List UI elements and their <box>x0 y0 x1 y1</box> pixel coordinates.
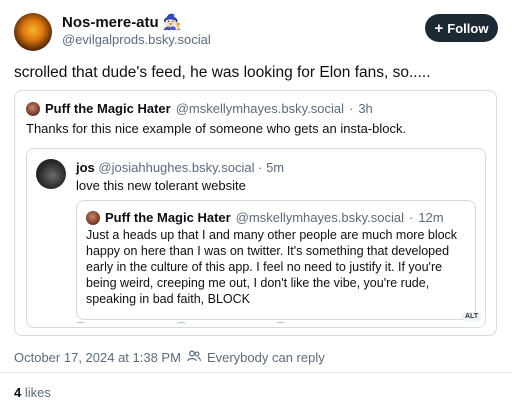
quote2-separator: · <box>258 160 263 175</box>
people-icon <box>187 350 201 365</box>
quote1-text: Thanks for this nice example of someone … <box>26 121 407 136</box>
post-meta: October 17, 2024 at 1:38 PM Everybody ca… <box>14 350 325 365</box>
post-timestamp[interactable]: October 17, 2024 at 1:38 PM <box>14 350 181 365</box>
divider <box>0 372 512 373</box>
quote1-author-name[interactable]: Puff the Magic Hater <box>45 101 171 116</box>
repost-icon[interactable] <box>176 322 186 327</box>
quote2-author-handle[interactable]: @josiahhughes.bsky.social <box>98 160 254 175</box>
quote1-time[interactable]: 3h <box>358 101 372 116</box>
quote2-header: jos @josiahhughes.bsky.social · 5m <box>76 160 284 175</box>
follow-button[interactable]: + Follow <box>425 14 498 42</box>
quote3-author-handle: @mskellymhayes.bsky.social <box>235 210 404 225</box>
reply-setting[interactable]: Everybody can reply <box>207 350 325 365</box>
quote3-header: Puff the Magic Hater @mskellymhayes.bsky… <box>86 210 444 225</box>
post-text: scrolled that dude's feed, he was lookin… <box>14 64 431 81</box>
quote2-avatar[interactable] <box>36 159 66 189</box>
quote3-text: Just a heads up that I and many other pe… <box>86 228 458 306</box>
alt-badge[interactable]: ALT <box>462 312 482 321</box>
author-handle[interactable]: @evilgalprods.bsky.social <box>62 32 211 47</box>
quote1-separator: · <box>348 101 354 116</box>
quote2-author-name[interactable]: jos <box>76 160 95 175</box>
quote2-action-bar <box>76 322 376 328</box>
author-name-text: Nos-mere-atu <box>62 14 159 31</box>
quote3-author-name: Puff the Magic Hater <box>105 210 231 225</box>
like-icon[interactable] <box>276 322 286 327</box>
quote2-time[interactable]: 5m <box>266 160 284 175</box>
quote1-header: Puff the Magic Hater @mskellymhayes.bsky… <box>26 101 373 116</box>
likes-count: 4 <box>14 385 22 400</box>
follow-label: Follow <box>447 20 489 36</box>
quote2-text: love this new tolerant website <box>76 178 246 193</box>
likes-label: likes <box>24 385 51 400</box>
likes-link[interactable]: 4 likes <box>14 385 51 400</box>
author-name[interactable]: Nos-mere-atu 🧙🏻‍♀️ <box>62 13 182 31</box>
quote3-separator: · <box>408 210 414 225</box>
quote1-author-handle[interactable]: @mskellymhayes.bsky.social <box>176 101 344 116</box>
author-emoji: 🧙🏻‍♀️ <box>162 14 182 31</box>
author-avatar[interactable] <box>14 13 52 51</box>
quote1-avatar[interactable] <box>26 101 40 116</box>
plus-icon: + <box>434 19 444 37</box>
quote3-avatar <box>86 210 100 225</box>
reply-icon[interactable] <box>76 322 86 327</box>
quote3-time: 12m <box>418 210 444 225</box>
